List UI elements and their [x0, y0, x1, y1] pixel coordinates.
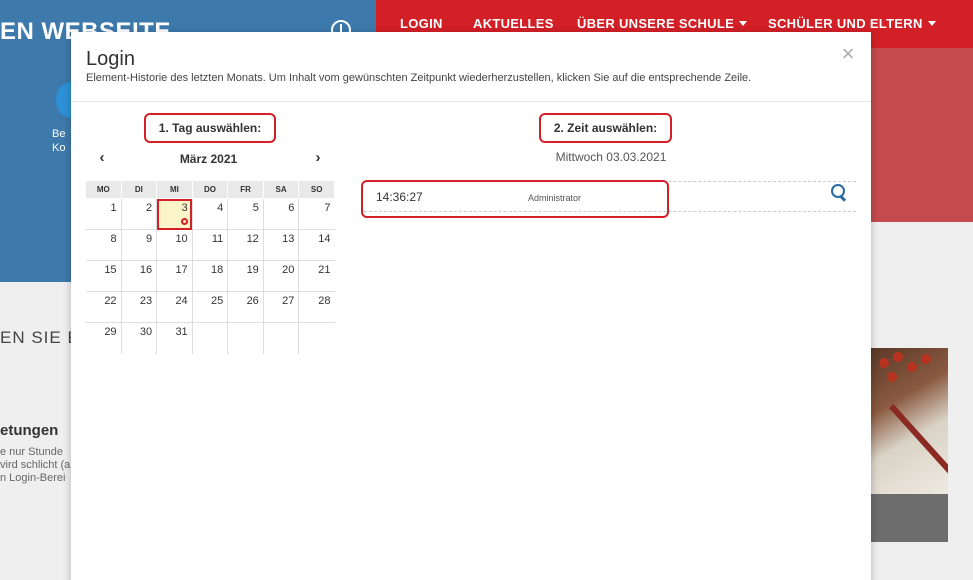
modal-header: Login Element-Historie des letzten Monat… — [71, 32, 871, 102]
caret-down-icon — [739, 21, 748, 26]
calendar-day[interactable]: 15 — [85, 260, 122, 292]
calendar-day[interactable]: 21 — [298, 260, 335, 292]
login-history-modal: Login Element-Historie des letzten Monat… — [71, 32, 871, 580]
calendar-day[interactable]: 5 — [227, 198, 264, 230]
close-icon[interactable]: × — [840, 43, 856, 65]
modal-title: Login — [86, 48, 135, 70]
calendar-day[interactable]: 13 — [263, 229, 300, 261]
chevron-right-icon[interactable]: › — [311, 150, 325, 165]
weekday-header: FR — [227, 180, 264, 199]
calendar-day[interactable]: 8 — [85, 229, 122, 261]
step1-label: 1. Tag auswählen: — [144, 113, 276, 143]
calendar-day[interactable]: 2 — [121, 198, 158, 230]
nav-item-ueber-unsere-schule[interactable]: ÜBER UNSERE SCHULE — [577, 16, 748, 31]
calendar-day[interactable]: 24 — [156, 291, 193, 323]
weekday-header: SA — [262, 180, 300, 199]
calendar-day[interactable]: 7 — [298, 198, 335, 230]
section-heading: EN SIE E — [0, 328, 80, 347]
calendar-day[interactable]: 27 — [263, 291, 300, 323]
calendar-day[interactable]: 18 — [192, 260, 229, 292]
weekday-header: DI — [120, 180, 158, 199]
calendar-day[interactable]: 20 — [263, 260, 300, 292]
weekday-header: MO — [85, 180, 122, 199]
calendar-day-empty — [227, 322, 264, 354]
photo-caption — [871, 494, 948, 542]
weekday-header: MI — [156, 180, 193, 199]
calendar-day[interactable]: 4 — [192, 198, 229, 230]
calendar-day[interactable]: 28 — [298, 291, 335, 323]
calendar-month: März 2021 — [179, 152, 238, 166]
calendar-day[interactable]: 26 — [227, 291, 264, 323]
calendar-day[interactable]: 1 — [85, 198, 122, 230]
nav-item-aktuelles[interactable]: AKTUELLES — [473, 16, 554, 31]
calendar-day-empty — [192, 322, 229, 354]
calendar-day[interactable]: 31 — [156, 322, 193, 354]
calendar-day[interactable]: 25 — [192, 291, 229, 323]
calendar-day[interactable]: 10 — [156, 229, 193, 261]
calendar-day[interactable]: 30 — [121, 322, 158, 354]
search-icon[interactable] — [831, 184, 847, 200]
calendar-day[interactable]: 22 — [85, 291, 122, 323]
selected-date-label: Mittwoch 03.03.2021 — [555, 150, 667, 164]
entry-time: 14:36:27 — [376, 190, 423, 204]
calendar-day[interactable]: 23 — [121, 291, 158, 323]
sub-heading: etungen — [0, 422, 59, 439]
chevron-left-icon[interactable]: ‹ — [95, 150, 109, 165]
step2-label: 2. Zeit auswählen: — [539, 113, 672, 143]
calendar-day[interactable]: 6 — [263, 198, 300, 230]
caret-down-icon — [927, 21, 936, 26]
calendar-day[interactable]: 14 — [298, 229, 335, 261]
calendar-day[interactable]: 12 — [227, 229, 264, 261]
calendar-day[interactable]: 11 — [192, 229, 229, 261]
entry-user: Administrator — [528, 193, 582, 203]
weekday-header: SO — [298, 180, 335, 199]
entry-marker-icon — [180, 218, 188, 225]
modal-description: Element-Historie des letzten Monats. Um … — [86, 72, 752, 84]
calendar-day[interactable]: 9 — [121, 229, 158, 261]
calendar-day[interactable]: 17 — [156, 260, 193, 292]
hero-text: Be Ko — [52, 128, 66, 154]
nav-item-schueler-und-eltern[interactable]: SCHÜLER UND ELTERN — [768, 16, 936, 31]
calendar-day-empty — [263, 322, 300, 354]
calendar-day[interactable]: 16 — [121, 260, 158, 292]
nav-item-login[interactable]: LOGIN — [400, 16, 443, 31]
calendar-grid: MO DI MI DO FR SA SO 1 2 3 4 5 6 7 8 9 1… — [85, 180, 335, 354]
calendar-day-selected[interactable]: 3 — [156, 198, 193, 230]
news-photo[interactable] — [871, 348, 948, 494]
calendar-day[interactable]: 19 — [227, 260, 264, 292]
weekday-header: DO — [191, 180, 229, 199]
calendar-day-empty — [299, 323, 335, 354]
calendar-day[interactable]: 29 — [85, 322, 122, 354]
paragraph: e nur Stunde vird schlicht (a n Login-Be… — [0, 446, 71, 484]
